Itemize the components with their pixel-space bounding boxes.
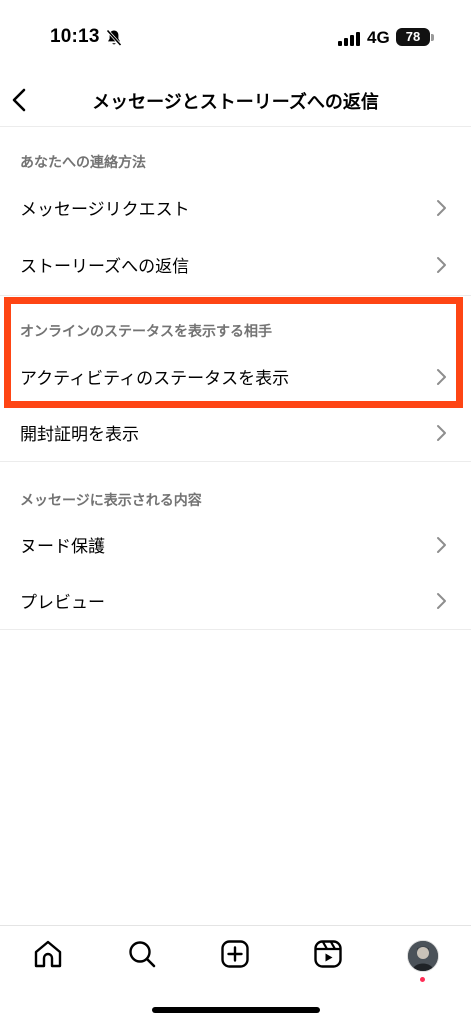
profile-avatar[interactable] — [407, 940, 439, 972]
list-item-preview[interactable]: プレビュー — [0, 573, 471, 629]
list-item-label: ヌード保護 — [20, 537, 105, 557]
reels-icon[interactable] — [312, 938, 344, 970]
avatar-image — [408, 941, 438, 971]
section-title: あなたへの連絡方法 — [20, 155, 146, 171]
home-icon[interactable] — [32, 938, 64, 970]
list-item-label: プレビュー — [20, 593, 105, 613]
signal-icon — [338, 32, 360, 46]
chevron-right-icon — [437, 593, 446, 609]
home-indicator — [152, 1007, 320, 1013]
battery-icon: 78 — [396, 28, 430, 46]
nav-header: メッセージとストーリーズへの返信 — [0, 76, 471, 127]
list-item-story-replies[interactable]: ストーリーズへの返信 — [0, 237, 471, 293]
battery-level: 78 — [405, 29, 421, 44]
chevron-right-icon — [437, 257, 446, 273]
status-time: 10:13 — [50, 26, 100, 47]
list-item-message-requests[interactable]: メッセージリクエスト — [0, 180, 471, 236]
section-message-content: メッセージに表示される内容 ヌード保護 プレビュー — [0, 461, 471, 630]
list-item-label: 開封証明を表示 — [20, 425, 139, 445]
notification-dot — [420, 977, 425, 982]
status-bar: 10:13 4G 78 — [0, 0, 471, 76]
section-title: メッセージに表示される内容 — [20, 493, 202, 509]
highlight-box — [4, 297, 463, 408]
list-item-read-receipts[interactable]: 開封証明を表示 — [0, 405, 471, 461]
search-icon[interactable] — [126, 938, 158, 970]
network-type: 4G — [367, 28, 390, 47]
list-item-label: メッセージリクエスト — [20, 200, 190, 220]
chevron-right-icon — [437, 200, 446, 216]
chevron-right-icon — [437, 425, 446, 441]
create-icon[interactable] — [219, 938, 251, 970]
list-item-label: ストーリーズへの返信 — [20, 257, 190, 277]
chevron-right-icon — [437, 537, 446, 553]
list-item-nudity-protection[interactable]: ヌード保護 — [0, 517, 471, 573]
battery-tip — [431, 34, 434, 41]
section-contact-method: あなたへの連絡方法 メッセージリクエスト ストーリーズへの返信 — [0, 127, 471, 296]
bell-muted-icon — [106, 29, 122, 47]
page-title: メッセージとストーリーズへの返信 — [92, 92, 379, 113]
